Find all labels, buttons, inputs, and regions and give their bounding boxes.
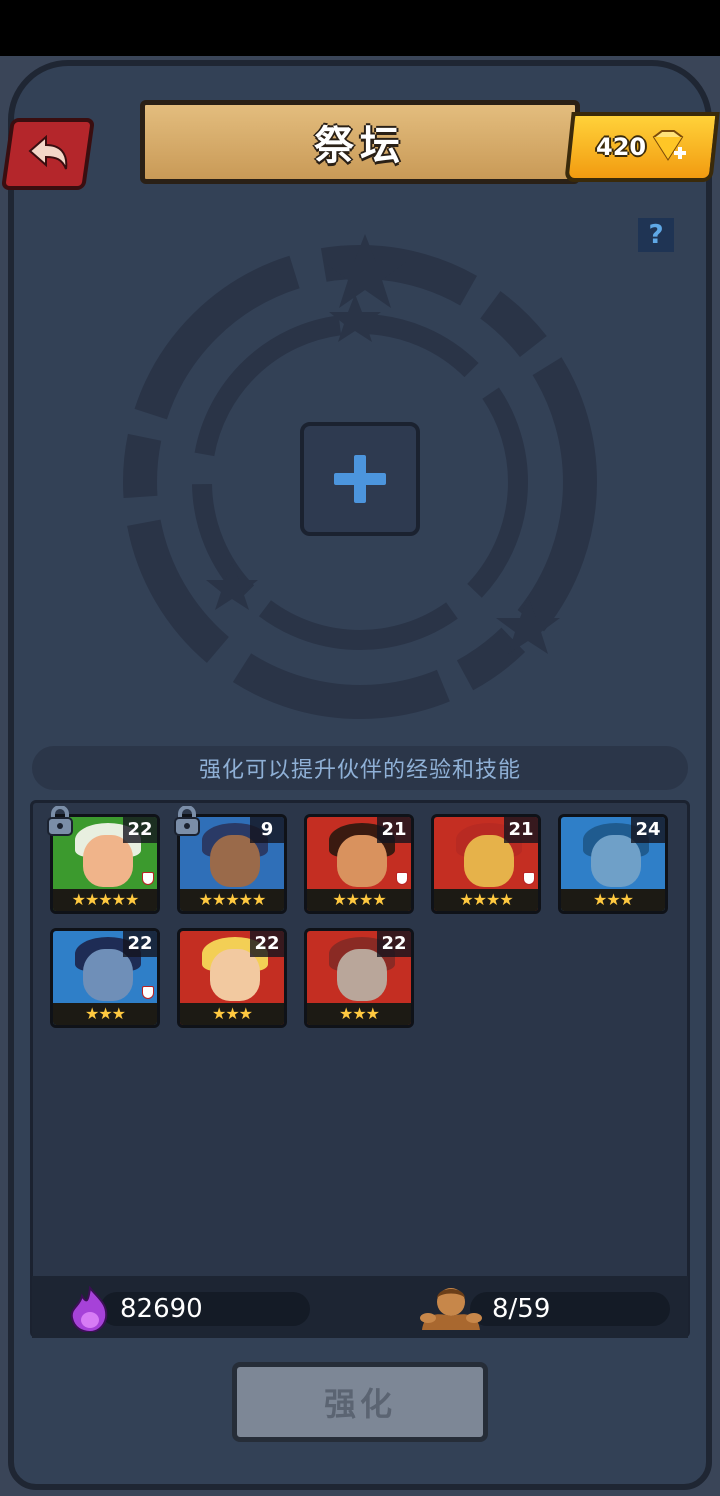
hero-stars: ★★★ bbox=[561, 889, 665, 911]
lock-icon bbox=[44, 805, 76, 836]
hero-stars: ★★★ bbox=[307, 1003, 411, 1025]
shield-badge-icon bbox=[523, 872, 535, 885]
plus-icon bbox=[334, 455, 386, 503]
hero-stars: ★★★★ bbox=[307, 889, 411, 911]
hero-stars: ★★★★★ bbox=[180, 889, 284, 911]
back-arrow-icon bbox=[28, 135, 68, 170]
shield-badge-icon bbox=[142, 986, 154, 999]
gem-counter[interactable]: 420 bbox=[564, 112, 720, 182]
hero-card[interactable]: 21 ★★★★ bbox=[431, 814, 541, 914]
hero-level: 21 bbox=[377, 817, 411, 843]
hero-level: 22 bbox=[250, 931, 284, 957]
add-hero-slot[interactable] bbox=[300, 422, 420, 536]
hero-card[interactable]: 22 ★★★ bbox=[50, 928, 160, 1028]
hero-stars: ★★★★★ bbox=[53, 889, 157, 911]
hero-card[interactable]: 22 ★★★ bbox=[177, 928, 287, 1028]
page-title: 祭坛 bbox=[314, 123, 406, 169]
hero-level: 21 bbox=[504, 817, 538, 843]
lock-icon bbox=[171, 805, 203, 836]
help-button[interactable]: ? bbox=[638, 218, 674, 252]
hero-level: 9 bbox=[250, 817, 284, 843]
purple-flame-icon bbox=[70, 1286, 108, 1332]
enhance-button[interactable]: 强化 bbox=[232, 1362, 488, 1442]
hero-stars: ★★★★ bbox=[434, 889, 538, 911]
hint-text: 强化可以提升伙伴的经验和技能 bbox=[198, 758, 521, 783]
hero-stars: ★★★ bbox=[53, 1003, 157, 1025]
enhance-label: 强化 bbox=[323, 1385, 396, 1423]
hero-level: 22 bbox=[123, 817, 157, 843]
hero-level: 24 bbox=[631, 817, 665, 843]
hero-silhouette-icon bbox=[420, 1288, 482, 1330]
title-banner: 祭坛 bbox=[140, 100, 580, 184]
shield-badge-icon bbox=[396, 872, 408, 885]
essence-value: 82690 bbox=[120, 1294, 203, 1324]
hero-count-value: 8/59 bbox=[492, 1294, 551, 1324]
hero-card[interactable]: 21 ★★★★ bbox=[304, 814, 414, 914]
hero-level: 22 bbox=[123, 931, 157, 957]
diamond-plus-icon bbox=[652, 130, 687, 161]
hero-card[interactable]: 24 ★★★ bbox=[558, 814, 668, 914]
gem-count: 420 bbox=[595, 133, 647, 161]
back-button[interactable] bbox=[0, 118, 96, 190]
shield-badge-icon bbox=[142, 872, 154, 885]
hint-bar: 强化可以提升伙伴的经验和技能 bbox=[32, 746, 688, 790]
hero-level: 22 bbox=[377, 931, 411, 957]
hero-card[interactable]: 22 ★★★ bbox=[304, 928, 414, 1028]
hero-stars: ★★★ bbox=[180, 1003, 284, 1025]
